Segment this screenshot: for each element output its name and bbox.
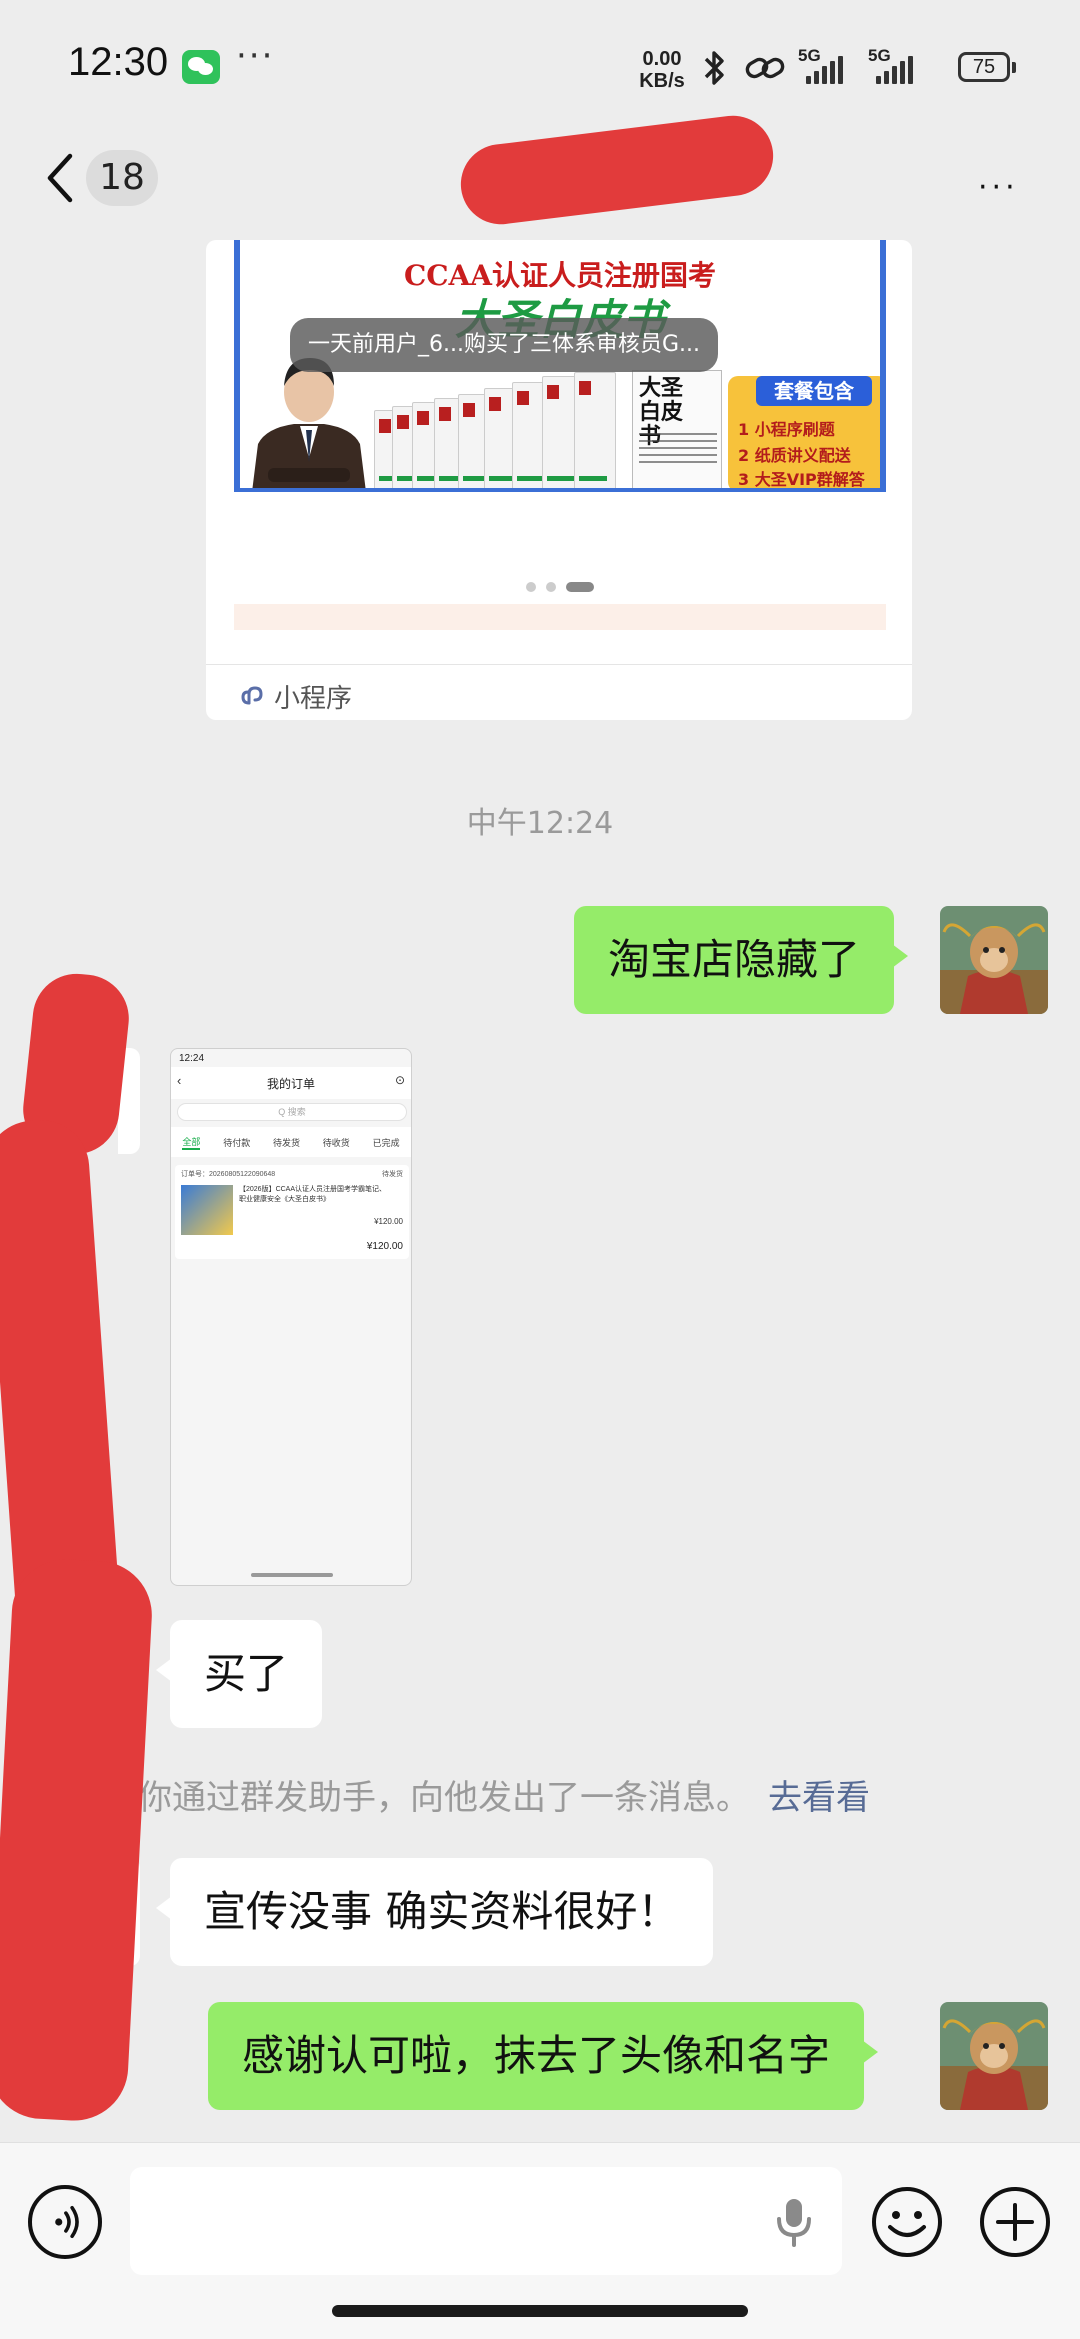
more-functions-button[interactable] [978,2185,1052,2259]
screenshot-search: Q 搜索 [177,1103,407,1121]
book-cover: 大圣白皮书 [632,370,722,488]
package-item: 2 纸质讲义配送 [738,446,851,465]
screenshot-title: 我的订单 [266,1077,315,1091]
screenshot-product-thumbnail [181,1185,233,1235]
screenshot-tab: 待发货 [272,1137,300,1148]
screenshot-status-time: 12:24 [179,1053,205,1064]
monkey-king-avatar-image [940,906,1048,1014]
mini-program-card[interactable]: CCAA认证人员注册国考 大圣白皮书 [206,240,912,720]
message-bubble-incoming[interactable]: 宣传没事 确实资料很好！ [155,1858,714,1966]
mini-program-strip [234,604,886,630]
carousel-indicator [526,582,594,592]
package-item: 3 大圣VIP群解答 [738,470,865,489]
card-divider [206,664,912,665]
unread-count-badge[interactable]: 18 [86,150,158,206]
system-notice-link[interactable]: 去看看 [768,1778,870,1818]
network-speed-unit: KB/s [639,70,685,92]
emoji-button[interactable] [870,2185,944,2259]
message-bubble-outgoing[interactable]: 感谢认可啦，抹去了头像和名字 [208,2002,879,2110]
screenshot-order-number: 订单号：20260805122090648 [181,1171,276,1178]
package-box: 套餐包含 1 小程序刷题 2 纸质讲义配送 3 大圣VIP群解答 [728,376,880,489]
bluetooth-icon [704,51,724,85]
carousel-dot-active [566,582,594,592]
cellular-signal-1: 5G [798,46,860,86]
battery-indicator: 75 [958,52,1016,82]
timestamp-divider: 中午12:24 [466,806,614,841]
more-options-icon[interactable]: ··· [978,170,1019,205]
system-notice-text: 你通过群发助手，向他发出了一条消息。 [138,1778,750,1818]
wechat-notification-icon [182,50,220,84]
purchase-toast: 一天前用户_6...购买了三体系审核员G... [290,318,718,372]
screenshot-product-desc: 【2026版】CCAA认证人员注册国考学霸笔记、职业健康安全《大圣白皮书》 [239,1186,387,1203]
order-screenshot-image[interactable]: 12:24 ‹ 我的订单 ⊙ Q 搜索 全部 待付款 待发货 待收货 已完成 订… [170,1048,412,1586]
monkey-king-avatar-image [940,2002,1048,2110]
home-indicator[interactable] [332,2305,748,2317]
screenshot-price: ¥120.00 [374,1217,403,1226]
screenshot-total: ¥120.00 [366,1241,403,1252]
chat-header: 18 ··· [0,111,1080,230]
status-more-indicator: ··· [236,36,275,76]
mini-program-icon [241,686,263,705]
screenshot-more-icon: ⊙ [394,1073,405,1087]
status-time: 12:30 [68,40,169,84]
chat-screen: 12:30 ··· 0.00 KB/s 5G 5G 75 18 ··· CCAA… [0,0,1080,2339]
cellular-signal-2: 5G [868,46,930,86]
screenshot-tab: 全部 [182,1135,201,1150]
screenshot-tab: 待收货 [322,1137,350,1148]
mini-program-footer: 小程序 [240,676,352,716]
screenshot-tab: 已完成 [372,1137,400,1148]
message-text-input[interactable] [130,2167,842,2275]
mini-program-banner[interactable]: CCAA认证人员注册国考 大圣白皮书 [234,240,886,492]
screenshot-tabs: 全部 待付款 待发货 待收货 已完成 [171,1127,411,1157]
my-avatar[interactable] [940,906,1048,1014]
screenshot-order-status: 待发货 [382,1171,403,1178]
mini-program-label: 小程序 [274,683,353,714]
system-notice: 你通过群发助手，向他发出了一条消息。 去看看 [138,1770,870,1819]
status-bar: 12:30 ··· 0.00 KB/s 5G 5G 75 [0,0,1080,130]
my-avatar[interactable] [940,2002,1048,2110]
screenshot-order-card: 订单号：20260805122090648 待发货 【2026版】CCAA认证人… [175,1165,409,1259]
microphone-icon[interactable] [770,2195,818,2251]
carousel-dot [546,582,556,592]
book-stack-image [374,370,634,488]
network-speed-value: 0.00 [642,48,682,70]
screenshot-home-indicator [251,1573,333,1577]
voice-input-button[interactable] [28,2185,102,2259]
message-bubble-incoming[interactable]: 买了 [155,1620,323,1728]
link-icon [745,57,785,79]
screenshot-header: ‹ 我的订单 ⊙ [171,1067,411,1099]
redaction-mark [0,1556,155,2124]
carousel-dot [526,582,536,592]
package-item: 1 小程序刷题 [738,420,835,439]
network-speed: 0.00 KB/s [634,48,690,92]
message-bubble-outgoing[interactable]: 淘宝店隐藏了 [574,906,909,1014]
package-title: 套餐包含 [756,376,872,406]
screenshot-tab: 待付款 [223,1137,251,1148]
back-arrow-icon[interactable] [40,150,80,206]
